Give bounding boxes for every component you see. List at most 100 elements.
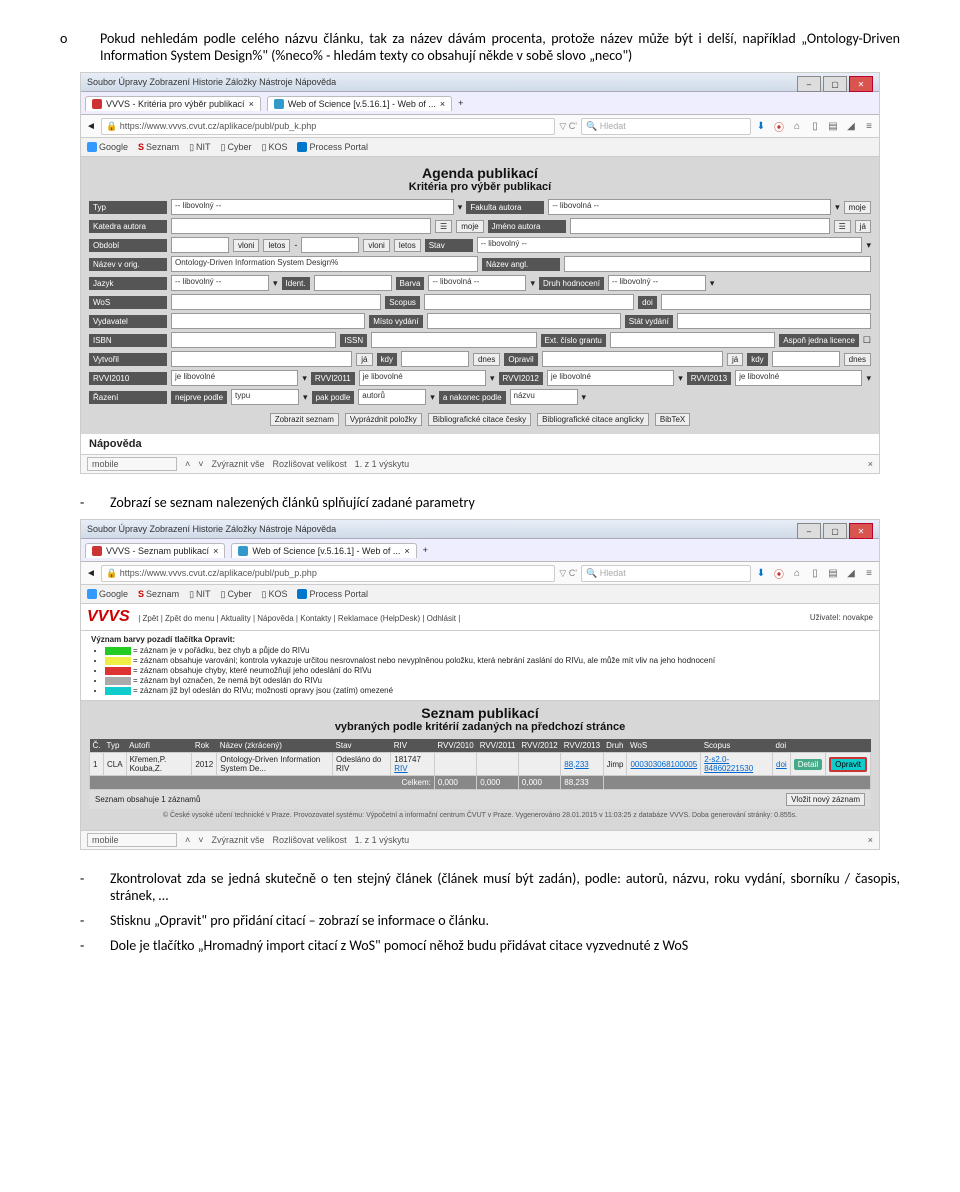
inp-misto[interactable] bbox=[427, 313, 621, 329]
tab-1[interactable]: VVVS - Kritéria pro výběr publikací× bbox=[85, 96, 261, 111]
find-highlight[interactable]: Zvýraznit vše bbox=[212, 459, 265, 469]
back-icon[interactable]: ◄ bbox=[85, 120, 97, 132]
find-close-icon[interactable]: × bbox=[868, 459, 873, 469]
inp-sort2[interactable]: autorů bbox=[358, 389, 426, 405]
maximize-button[interactable]: ▢ bbox=[823, 523, 847, 539]
wos-link[interactable]: 000303068100005 bbox=[630, 760, 697, 769]
chk-aspon[interactable]: ☐ bbox=[863, 335, 871, 346]
btn-dnes[interactable]: dnes bbox=[473, 353, 500, 366]
inp-druh[interactable]: -- libovolný -- bbox=[608, 275, 706, 291]
inp-ident[interactable] bbox=[314, 275, 392, 291]
inp-barva[interactable]: -- libovolná -- bbox=[428, 275, 526, 291]
btn-vloni[interactable]: vloni bbox=[233, 239, 259, 252]
maximize-button[interactable]: ▢ bbox=[823, 76, 847, 92]
inp-nazevangl[interactable] bbox=[564, 256, 871, 272]
bm-kos[interactable]: ▯ KOS bbox=[262, 142, 288, 153]
minimize-button[interactable]: – bbox=[797, 76, 821, 92]
btn-biben[interactable]: Bibliografické citace anglicky bbox=[537, 413, 649, 426]
find-case[interactable]: Rozlišovat velikost bbox=[273, 459, 347, 469]
btn-letos2[interactable]: letos bbox=[394, 239, 421, 252]
inp-statv[interactable] bbox=[677, 313, 871, 329]
btn-bibtex[interactable]: BibTeX bbox=[655, 413, 690, 426]
btn-letos[interactable]: letos bbox=[263, 239, 290, 252]
menu-icon[interactable]: ≡ bbox=[863, 567, 875, 579]
btn-ja2[interactable]: já bbox=[356, 353, 372, 366]
tab-close-icon[interactable]: × bbox=[440, 99, 445, 109]
bm-google[interactable]: Google bbox=[87, 142, 128, 152]
inp-scopus[interactable] bbox=[424, 294, 634, 310]
adblock-icon[interactable]: ⦿ bbox=[773, 567, 785, 579]
sync-icon[interactable]: ◢ bbox=[845, 120, 857, 132]
back-icon[interactable]: ◄ bbox=[85, 567, 97, 579]
menu-items[interactable]: Soubor Úpravy Zobrazení Historie Záložky… bbox=[87, 77, 336, 87]
inp-wos[interactable] bbox=[171, 294, 381, 310]
bm-kos[interactable]: ▯ KOS bbox=[262, 589, 288, 600]
inp-jmeno[interactable] bbox=[570, 218, 830, 234]
btn-list-icon[interactable]: ☰ bbox=[435, 220, 452, 233]
btn-moje2[interactable]: moje bbox=[456, 220, 483, 233]
inp-kdy2[interactable] bbox=[772, 351, 840, 367]
btn-dnes2[interactable]: dnes bbox=[844, 353, 871, 366]
find-highlight[interactable]: Zvýraznit vše bbox=[212, 835, 265, 845]
bm-process[interactable]: Process Portal bbox=[297, 142, 368, 152]
tab-close-icon[interactable]: × bbox=[213, 546, 218, 556]
inp-r10[interactable]: je libovolné bbox=[171, 370, 298, 386]
inp-r13[interactable]: je libovolné bbox=[735, 370, 862, 386]
btn-ja[interactable]: já bbox=[855, 220, 871, 233]
btn-list-icon2[interactable]: ☰ bbox=[834, 220, 851, 233]
bm-cyber[interactable]: ▯ Cyber bbox=[221, 142, 252, 153]
find-input[interactable]: mobile bbox=[87, 457, 177, 471]
doi-link[interactable]: doi bbox=[776, 760, 787, 769]
tab-2[interactable]: Web of Science [v.5.16.1] - Web of ...× bbox=[231, 543, 416, 558]
find-prev-icon[interactable]: ˄ bbox=[185, 835, 190, 845]
inp-stav[interactable]: -- libovolný -- bbox=[477, 237, 863, 253]
close-button[interactable]: ✕ bbox=[849, 76, 873, 92]
reader-icon[interactable]: ▤ bbox=[827, 567, 839, 579]
inp-ext[interactable] bbox=[610, 332, 775, 348]
btn-vyprazdnit[interactable]: Vyprázdnit položky bbox=[345, 413, 422, 426]
inp-jazyk[interactable]: -- libovolný -- bbox=[171, 275, 269, 291]
inp-doi[interactable] bbox=[661, 294, 871, 310]
inp-r12[interactable]: je libovolné bbox=[547, 370, 674, 386]
find-close-icon[interactable]: × bbox=[868, 835, 873, 845]
adblock-icon[interactable]: ⦿ bbox=[773, 120, 785, 132]
tab-close-icon[interactable]: × bbox=[249, 99, 254, 109]
url-field[interactable]: 🔒 https://www.vvvs.cvut.cz/aplikace/publ… bbox=[101, 118, 555, 135]
bm-nit[interactable]: ▯ NIT bbox=[189, 589, 210, 600]
search-field[interactable]: 🔍 Hledat bbox=[581, 565, 751, 582]
inp-vytvoril[interactable] bbox=[171, 351, 352, 367]
bm-google[interactable]: Google bbox=[87, 589, 128, 599]
bm-seznam[interactable]: SSeznam bbox=[138, 589, 179, 599]
inp-opravil[interactable] bbox=[542, 351, 723, 367]
btn-ja3[interactable]: já bbox=[727, 353, 743, 366]
new-tab-button[interactable]: + bbox=[458, 98, 463, 108]
inp-isbn[interactable] bbox=[171, 332, 336, 348]
inp-fakulta[interactable]: -- libovolná -- bbox=[548, 199, 831, 215]
sync-icon[interactable]: ◢ bbox=[845, 567, 857, 579]
tab-1[interactable]: VVVS - Seznam publikací× bbox=[85, 543, 225, 558]
inp-r11[interactable]: je libovolné bbox=[359, 370, 486, 386]
url-field[interactable]: 🔒 https://www.vvvs.cvut.cz/aplikace/publ… bbox=[101, 565, 555, 582]
bm-nit[interactable]: ▯ NIT bbox=[189, 142, 210, 153]
btn-bibcz[interactable]: Bibliografické citace česky bbox=[428, 413, 531, 426]
find-prev-icon[interactable]: ˄ bbox=[185, 459, 190, 469]
reader-icon[interactable]: ▤ bbox=[827, 120, 839, 132]
opravit-button[interactable]: Opravit bbox=[829, 757, 867, 772]
bm-process[interactable]: Process Portal bbox=[297, 589, 368, 599]
minimize-button[interactable]: – bbox=[797, 523, 821, 539]
scopus-link[interactable]: 2-s2.0-84860221530 bbox=[704, 755, 753, 773]
inp-typ[interactable]: -- libovolný -- bbox=[171, 199, 454, 215]
inp-od[interactable] bbox=[171, 237, 229, 253]
inp-do[interactable] bbox=[301, 237, 359, 253]
download-icon[interactable]: ⬇ bbox=[755, 567, 767, 579]
bm-seznam[interactable]: SSeznam bbox=[138, 142, 179, 152]
find-next-icon[interactable]: ˅ bbox=[198, 835, 203, 845]
inp-vydavatel[interactable] bbox=[171, 313, 365, 329]
bm-cyber[interactable]: ▯ Cyber bbox=[221, 589, 252, 600]
btn-zobrazit[interactable]: Zobrazit seznam bbox=[270, 413, 339, 426]
menu-icon[interactable]: ≡ bbox=[863, 120, 875, 132]
inp-sort1[interactable]: typu bbox=[231, 389, 299, 405]
find-next-icon[interactable]: ˅ bbox=[198, 459, 203, 469]
inp-sort3[interactable]: názvu bbox=[510, 389, 578, 405]
btn-vlozit[interactable]: Vložit nový záznam bbox=[786, 793, 865, 806]
